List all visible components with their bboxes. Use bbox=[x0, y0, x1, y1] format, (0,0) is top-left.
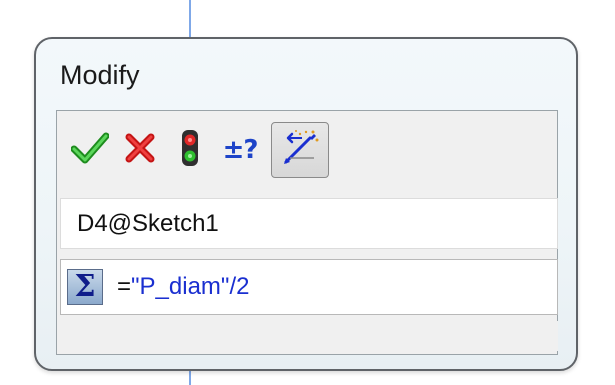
value-parameter: "P_diam" bbox=[131, 273, 230, 300]
tolerance-icon: ±? bbox=[222, 135, 259, 165]
x-icon bbox=[124, 132, 156, 169]
checkmark-icon bbox=[70, 132, 110, 169]
mark-dimension-icon bbox=[280, 128, 320, 173]
value-input[interactable]: = "P_diam" /2 bbox=[117, 273, 249, 301]
value-suffix: /2 bbox=[229, 273, 250, 300]
dimension-name-field[interactable]: D4@Sketch1 bbox=[60, 198, 558, 249]
tolerance-button[interactable]: ±? bbox=[215, 124, 265, 176]
sigma-icon: Σ bbox=[74, 269, 96, 304]
mark-dimension-button[interactable] bbox=[271, 122, 329, 178]
dialog-title: Modify bbox=[60, 60, 140, 90]
toolbar: ±? bbox=[65, 118, 329, 182]
status-row bbox=[60, 321, 558, 351]
equation-button[interactable]: Σ bbox=[67, 269, 103, 305]
value-prefix: = bbox=[117, 273, 132, 300]
ok-button[interactable] bbox=[65, 124, 115, 176]
cancel-button[interactable] bbox=[115, 124, 165, 176]
traffic-light-icon bbox=[180, 129, 200, 172]
dimension-name: D4@Sketch1 bbox=[77, 209, 219, 237]
rebuild-button[interactable] bbox=[165, 124, 215, 176]
value-row: Σ = "P_diam" /2 bbox=[60, 259, 558, 315]
modify-panel: ±? D4@Sketch1 Σ = "P_diam" /2 bbox=[56, 110, 558, 355]
modify-dialog: Modify ±? D4@Sketch1 Σ = "P_diam" /2 bbox=[34, 37, 578, 371]
